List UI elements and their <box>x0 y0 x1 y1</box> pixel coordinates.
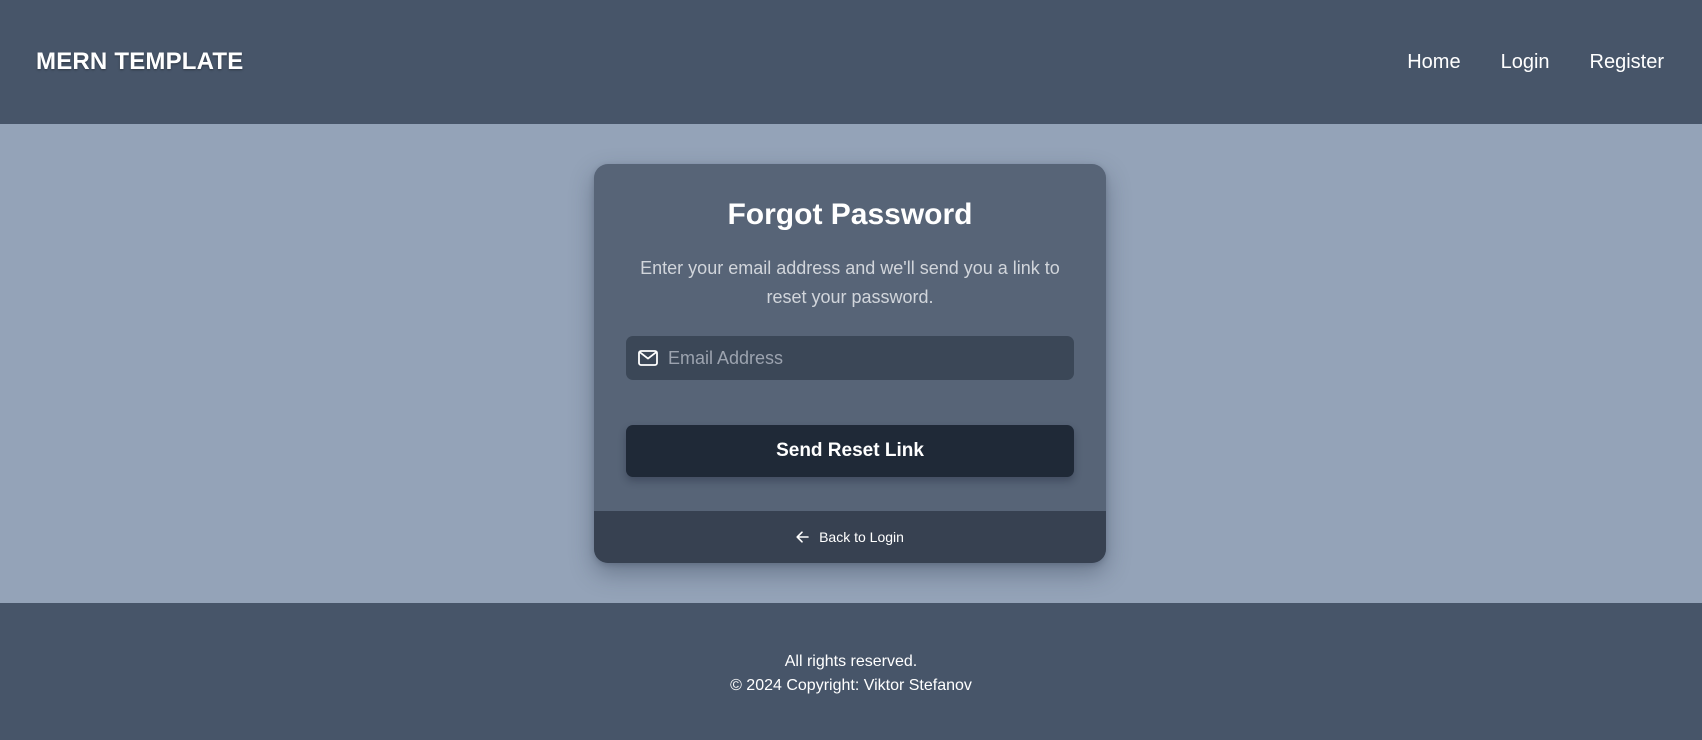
card-description: Enter your email address and we'll send … <box>640 258 1060 307</box>
footer-rights-text: All rights reserved. <box>784 652 918 670</box>
back-to-login-label: Back to Login <box>819 529 904 545</box>
mail-icon <box>638 350 658 366</box>
nav-link-home[interactable]: Home <box>1407 51 1460 74</box>
back-to-login-link[interactable]: Back to Login <box>796 529 904 545</box>
footer: All rights reserved. © 2024 Copyright: V… <box>0 603 1702 740</box>
brand-logo[interactable]: MERN TEMPLATE <box>36 48 243 76</box>
email-field[interactable] <box>626 336 1074 380</box>
forgot-password-card: Forgot Password Enter your email address… <box>594 164 1106 563</box>
navbar: MERN TEMPLATE Home Login Register <box>0 0 1702 124</box>
card-footer: Back to Login <box>594 511 1106 563</box>
email-input[interactable] <box>668 336 1062 380</box>
send-reset-link-button[interactable]: Send Reset Link <box>626 425 1074 477</box>
footer-copyright-text: © 2024 Copyright: Viktor Stefanov <box>730 676 972 694</box>
card-body: Forgot Password Enter your email address… <box>594 164 1106 477</box>
main-content: Forgot Password Enter your email address… <box>0 124 1702 603</box>
nav-links: Home Login Register <box>1407 51 1664 74</box>
arrow-left-icon <box>796 531 809 543</box>
page-title: Forgot Password <box>727 198 973 231</box>
nav-link-register[interactable]: Register <box>1590 51 1664 74</box>
nav-link-login[interactable]: Login <box>1501 51 1550 74</box>
